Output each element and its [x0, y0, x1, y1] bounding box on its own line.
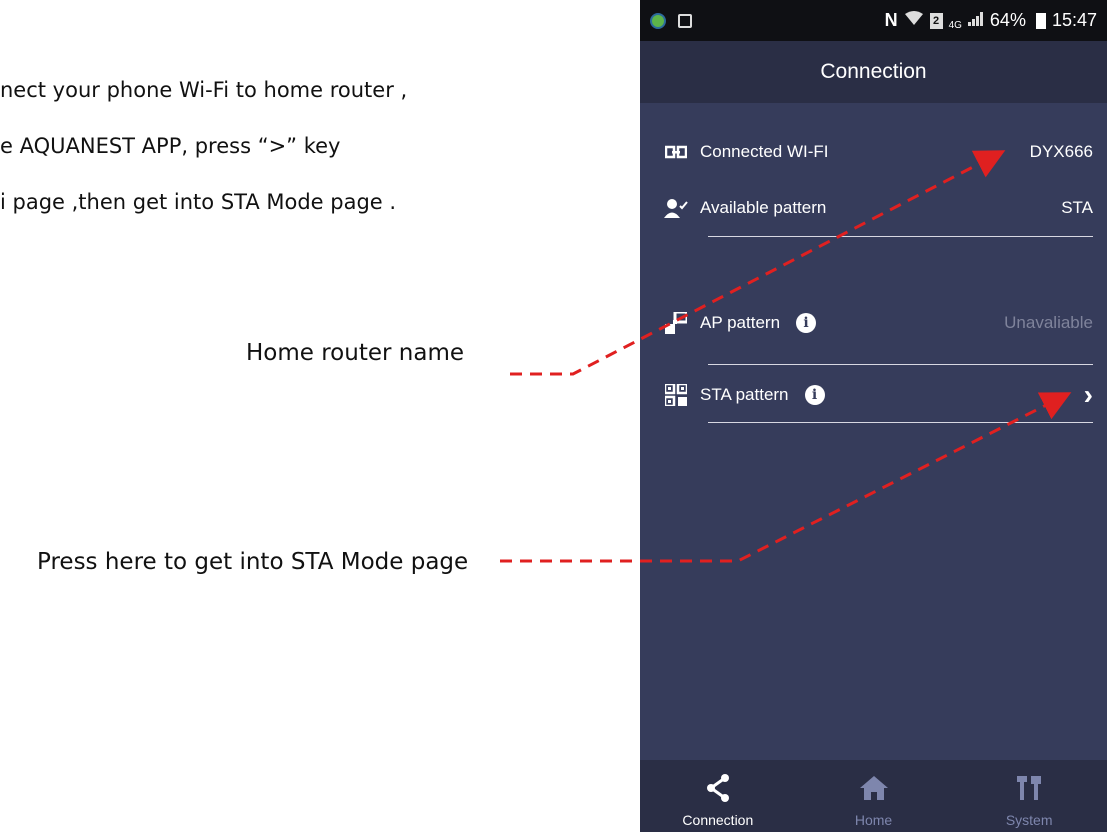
- connected-wifi-row: Connected WI-FI DYX666: [640, 125, 1107, 179]
- nav-system[interactable]: System: [951, 760, 1107, 832]
- share-icon: [705, 770, 731, 806]
- home-icon: [859, 770, 889, 806]
- ap-pattern-label: AP pattern: [700, 313, 781, 332]
- divider: [708, 236, 1093, 237]
- status-bar: N 2 4G 64% 15:47: [640, 0, 1107, 41]
- ap-pattern-status: Unavaliable: [1004, 313, 1093, 332]
- qr-icon: [664, 383, 688, 407]
- page-title: Connection: [640, 41, 1107, 103]
- gallery-icon: [678, 13, 692, 28]
- sta-info-icon[interactable]: i: [804, 385, 825, 405]
- signal-icon: [967, 10, 984, 31]
- ap-info-icon[interactable]: i: [796, 313, 817, 333]
- wifi-icon: [904, 10, 924, 31]
- nav-connection-label: Connection: [682, 812, 754, 828]
- chevron-right-icon[interactable]: ›: [1084, 379, 1093, 411]
- nav-home[interactable]: Home: [796, 760, 952, 832]
- instruction-line-2: e AQUANEST APP, press “>” key: [0, 134, 341, 158]
- instruction-text: nect your phone Wi-Fi to home router , e…: [0, 62, 640, 230]
- battery-percent: 64%: [989, 10, 1026, 30]
- app-notification-icon: [650, 12, 666, 29]
- instruction-line-1: nect your phone Wi-Fi to home router ,: [0, 78, 408, 102]
- ap-pattern-row: AP pattern i Unavaliable: [640, 296, 1107, 350]
- instruction-line-3: i page ,then get into STA Mode page .: [0, 190, 397, 214]
- network-type: 4G: [948, 20, 962, 31]
- ap-icon: [664, 311, 688, 335]
- connected-wifi-label: Connected WI-FI: [700, 142, 829, 161]
- divider: [708, 364, 1093, 365]
- available-pattern-value: STA: [1061, 198, 1093, 217]
- nav-connection[interactable]: Connection: [640, 760, 796, 832]
- battery-icon: [1035, 12, 1046, 29]
- bottom-nav: Connection Home System: [640, 760, 1107, 832]
- tools-icon: [1015, 770, 1043, 806]
- sta-pattern-label: STA pattern: [700, 385, 789, 404]
- divider: [708, 422, 1093, 423]
- available-pattern-row: Available pattern STA: [640, 181, 1107, 235]
- connected-wifi-value: DYX666: [1029, 142, 1093, 161]
- person-check-icon: [664, 196, 688, 220]
- phone-screen: N 2 4G 64% 15:47 Connection Connected WI…: [640, 0, 1107, 832]
- nav-system-label: System: [1005, 812, 1053, 828]
- available-pattern-label: Available pattern: [700, 198, 827, 217]
- sta-mode-callout: Press here to get into STA Mode page: [37, 549, 469, 575]
- clock: 15:47: [1051, 10, 1097, 30]
- nav-home-label: Home: [854, 812, 893, 828]
- link-icon: [664, 140, 688, 164]
- sim-icon: 2: [929, 12, 943, 29]
- router-name-callout: Home router name: [246, 340, 464, 366]
- sta-pattern-row[interactable]: STA pattern i ›: [640, 368, 1107, 422]
- nfc-icon: N: [884, 10, 898, 30]
